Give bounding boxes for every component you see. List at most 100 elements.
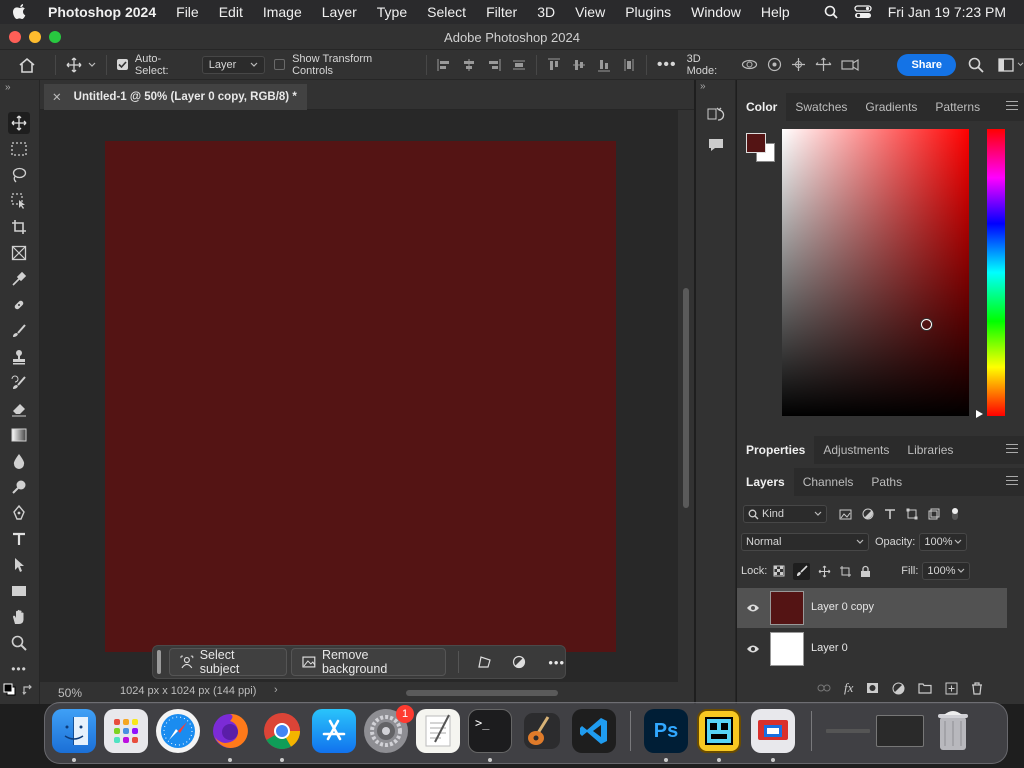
- move-tool[interactable]: [8, 112, 30, 134]
- eye-visibility-icon[interactable]: [746, 644, 760, 654]
- lock-position-icon[interactable]: [818, 565, 831, 578]
- system-settings-icon[interactable]: 1: [364, 705, 414, 753]
- tab-patterns[interactable]: Patterns: [926, 93, 989, 121]
- swap-colors-icon[interactable]: [22, 684, 34, 696]
- eye-visibility-icon[interactable]: [746, 603, 760, 613]
- crop-tool[interactable]: [8, 216, 30, 238]
- filter-shape-icon[interactable]: [906, 508, 918, 520]
- filter-smart-object-icon[interactable]: [928, 508, 940, 520]
- distribute-vertical-icon[interactable]: [512, 58, 526, 72]
- new-layer-icon[interactable]: [945, 682, 958, 695]
- remove-background-button[interactable]: Remove background: [291, 648, 447, 676]
- adjustment-circle-icon[interactable]: [512, 655, 526, 669]
- menu-3d[interactable]: 3D: [537, 4, 555, 20]
- panel-menu-icon[interactable]: [1006, 101, 1018, 113]
- fill-field[interactable]: 100%: [922, 562, 971, 580]
- align-left-icon[interactable]: [437, 58, 451, 72]
- menubar-clock[interactable]: Fri Jan 19 7:23 PM: [888, 4, 1006, 20]
- filter-type-icon[interactable]: [884, 508, 896, 520]
- layer-kind-filter[interactable]: Kind: [743, 505, 827, 523]
- object-selection-tool[interactable]: [8, 190, 30, 212]
- textedit-icon[interactable]: [416, 709, 460, 753]
- tab-channels[interactable]: Channels: [794, 468, 863, 496]
- hand-tool[interactable]: [8, 606, 30, 628]
- menu-edit[interactable]: Edit: [219, 4, 243, 20]
- tool-preset-picker[interactable]: [66, 57, 96, 73]
- menu-window[interactable]: Window: [691, 4, 741, 20]
- menu-layer[interactable]: Layer: [322, 4, 357, 20]
- vertical-scrollbar[interactable]: [678, 110, 694, 682]
- foreground-color-swatch[interactable]: [746, 133, 766, 153]
- zoom-level[interactable]: 50%: [58, 686, 82, 700]
- layer-row[interactable]: Layer 0: [737, 629, 1007, 669]
- blend-mode-dropdown[interactable]: Normal: [741, 533, 869, 551]
- menu-type[interactable]: Type: [377, 4, 407, 20]
- new-adjustment-layer-icon[interactable]: [892, 682, 905, 695]
- document-info[interactable]: 1024 px x 1024 px (144 ppi): [120, 685, 256, 697]
- minimized-window-thumbnail[interactable]: [876, 715, 924, 747]
- geometry-dash-icon[interactable]: [697, 709, 741, 753]
- 3d-orbit-icon[interactable]: [741, 57, 758, 72]
- lock-all-icon[interactable]: [860, 565, 871, 578]
- rectangle-tool[interactable]: [8, 580, 30, 602]
- distribute-horizontal-icon[interactable]: [622, 58, 636, 72]
- photoshop-icon[interactable]: Ps: [644, 709, 688, 753]
- history-panel-icon[interactable]: [707, 106, 725, 124]
- tab-libraries[interactable]: Libraries: [898, 436, 962, 464]
- trash-icon[interactable]: [931, 709, 975, 753]
- menu-plugins[interactable]: Plugins: [625, 4, 671, 20]
- healing-brush-tool[interactable]: [8, 294, 30, 316]
- transform-icon[interactable]: [477, 655, 492, 669]
- link-layers-icon[interactable]: [817, 683, 831, 693]
- menu-image[interactable]: Image: [263, 4, 302, 20]
- auto-select-checkbox[interactable]: [116, 59, 128, 70]
- gradient-tool[interactable]: [8, 424, 30, 446]
- align-top-icon[interactable]: [547, 58, 561, 72]
- more-options-icon[interactable]: •••: [657, 56, 677, 74]
- align-bottom-icon[interactable]: [597, 58, 611, 72]
- tab-paths[interactable]: Paths: [862, 468, 911, 496]
- 3d-scale-icon[interactable]: [841, 58, 860, 72]
- path-selection-tool[interactable]: [8, 554, 30, 576]
- menu-help[interactable]: Help: [761, 4, 790, 20]
- trash-icon[interactable]: [971, 681, 983, 695]
- chrome-icon[interactable]: [260, 709, 304, 753]
- panel-collapse-icon[interactable]: »: [700, 81, 706, 92]
- menu-view[interactable]: View: [575, 4, 605, 20]
- finder-icon[interactable]: [52, 709, 96, 753]
- filter-adjustment-icon[interactable]: [862, 508, 874, 520]
- close-tab-icon[interactable]: ✕: [52, 90, 62, 104]
- lock-image-pixels-button[interactable]: [793, 562, 811, 580]
- select-subject-button[interactable]: Select subject: [168, 648, 288, 676]
- vertical-scrollbar-thumb[interactable]: [683, 288, 689, 508]
- home-button[interactable]: [0, 57, 55, 73]
- lock-artboard-icon[interactable]: [839, 565, 852, 578]
- chevron-right-icon[interactable]: ›: [274, 684, 278, 696]
- share-button[interactable]: Share: [897, 53, 957, 76]
- brush-tool[interactable]: [8, 320, 30, 342]
- menu-filter[interactable]: Filter: [486, 4, 517, 20]
- color-picker-cursor[interactable]: [921, 319, 932, 330]
- edit-toolbar-icon[interactable]: •••: [8, 658, 30, 680]
- minimized-window-thumbnail[interactable]: [825, 709, 871, 753]
- align-vertical-center-icon[interactable]: [572, 58, 586, 72]
- menu-file[interactable]: File: [176, 4, 199, 20]
- document-tab[interactable]: ✕ Untitled-1 @ 50% (Layer 0 copy, RGB/8)…: [44, 84, 307, 110]
- fx-icon[interactable]: fx: [844, 680, 853, 696]
- blur-tool[interactable]: [8, 450, 30, 472]
- firefox-icon[interactable]: [208, 709, 252, 753]
- search-icon[interactable]: [968, 57, 984, 73]
- app-name-menu[interactable]: Photoshop 2024: [48, 4, 156, 20]
- garageband-icon[interactable]: [520, 709, 564, 753]
- toolbox-collapse-icon[interactable]: »: [5, 82, 11, 93]
- document-canvas[interactable]: [105, 141, 616, 652]
- filter-toggle-icon[interactable]: [950, 507, 960, 521]
- layer-row[interactable]: Layer 0 copy: [737, 588, 1007, 628]
- tab-gradients[interactable]: Gradients: [856, 93, 926, 121]
- launchpad-icon[interactable]: [104, 709, 148, 753]
- tab-adjustments[interactable]: Adjustments: [814, 436, 898, 464]
- vscode-icon[interactable]: [572, 709, 616, 753]
- panel-menu-icon[interactable]: [1006, 444, 1018, 456]
- auto-select-dropdown[interactable]: Layer: [201, 55, 266, 74]
- filter-pixel-icon[interactable]: [839, 509, 852, 520]
